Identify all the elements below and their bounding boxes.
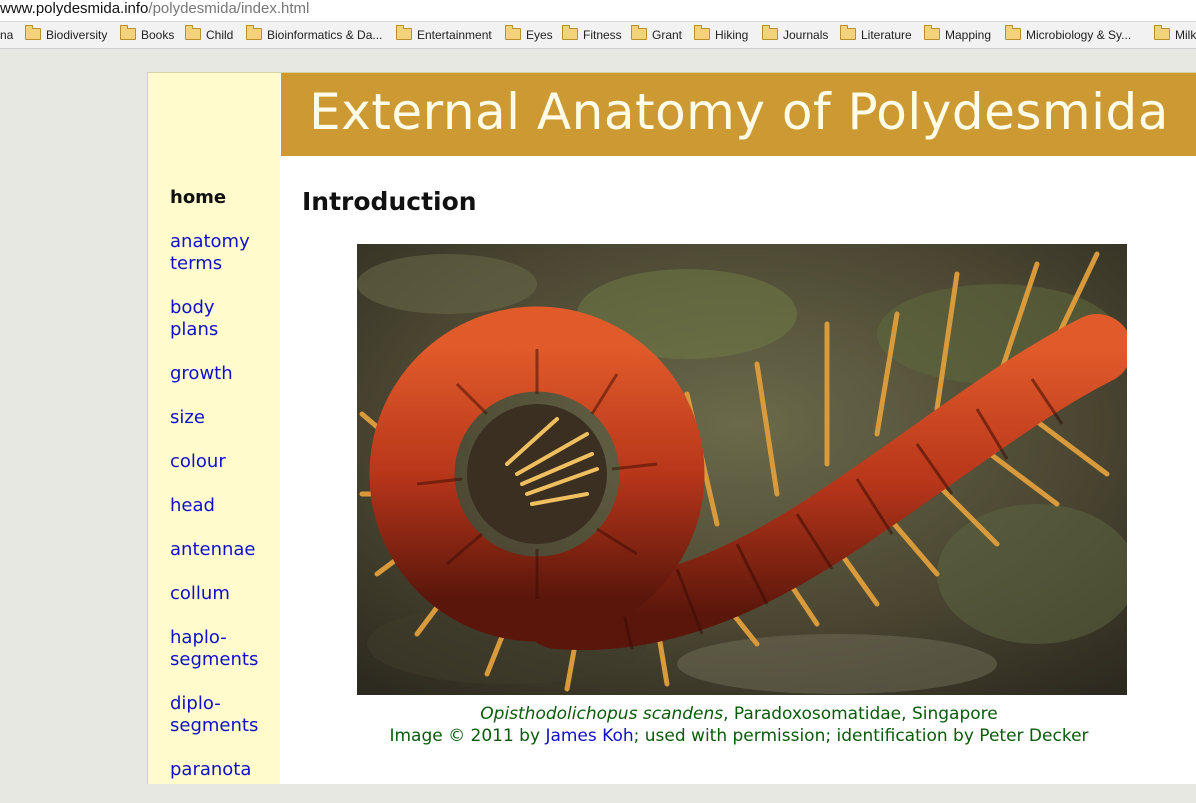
nav-size[interactable]: size bbox=[170, 407, 280, 429]
credit-suffix: ; used with permission; identification b… bbox=[633, 726, 1089, 746]
caption-line-1: Opisthodolichopus scandens, Paradoxosoma… bbox=[281, 703, 1196, 725]
bookmark-child[interactable]: Child bbox=[185, 25, 233, 43]
folder-icon bbox=[505, 25, 521, 40]
bookmark-biodiversity[interactable]: Biodiversity bbox=[25, 25, 107, 43]
nav-antennae[interactable]: antennae bbox=[170, 539, 280, 561]
bookmark-grant[interactable]: Grant bbox=[631, 25, 682, 43]
folder-icon bbox=[185, 25, 201, 40]
banner-title: External Anatomy of Polydesmida bbox=[309, 83, 1169, 141]
bookmark-eyes[interactable]: Eyes bbox=[505, 25, 553, 43]
nav-collum[interactable]: collum bbox=[170, 583, 280, 605]
caption-details: , Paradoxosomatidae, Singapore bbox=[723, 704, 998, 724]
bookmarks-bar: na Biodiversity Books Child Bioinformati… bbox=[0, 22, 1196, 49]
nav-paranota[interactable]: paranota bbox=[170, 759, 280, 781]
folder-icon bbox=[25, 25, 41, 40]
nav-diplo-segments[interactable]: diplo-segments bbox=[170, 693, 280, 737]
bookmark-microbiology[interactable]: Microbiology & Sy... bbox=[1005, 25, 1131, 43]
nav-home[interactable]: home bbox=[170, 187, 280, 209]
web-page: home anatomy terms body plans growth size … bbox=[147, 72, 1196, 784]
photo-caption: Opisthodolichopus scandens, Paradoxosoma… bbox=[281, 703, 1196, 747]
bookmark-literature[interactable]: Literature bbox=[840, 25, 912, 43]
bookmark-fitness[interactable]: Fitness bbox=[562, 25, 622, 43]
nav-colour[interactable]: colour bbox=[170, 451, 280, 473]
photographer-link[interactable]: James Koh bbox=[545, 726, 633, 746]
bookmark-na[interactable]: na bbox=[0, 27, 13, 43]
bookmark-entertainment[interactable]: Entertainment bbox=[396, 25, 492, 43]
bookmark-bioinformatics[interactable]: Bioinformatics & Da... bbox=[246, 25, 382, 43]
url-host: www.polydesmida.info bbox=[0, 0, 149, 17]
species-name: Opisthodolichopus scandens bbox=[480, 704, 724, 724]
sidebar-nav: home anatomy terms body plans growth size … bbox=[170, 187, 280, 803]
credit-prefix: Image © 2011 by bbox=[389, 726, 546, 746]
folder-icon bbox=[1154, 25, 1170, 40]
folder-icon bbox=[762, 25, 778, 40]
folder-icon bbox=[562, 25, 578, 40]
folder-icon bbox=[924, 25, 940, 40]
folder-icon bbox=[396, 25, 412, 40]
nav-haplo-segments[interactable]: haplo-segments bbox=[170, 627, 280, 671]
folder-icon bbox=[631, 25, 647, 40]
millipede-photo-illustration bbox=[357, 244, 1127, 695]
folder-icon bbox=[1005, 25, 1021, 40]
bookmark-hiking[interactable]: Hiking bbox=[694, 25, 748, 43]
page-heading: Introduction bbox=[302, 187, 477, 216]
url-path: /polydesmida/index.html bbox=[148, 0, 310, 17]
site-banner: External Anatomy of Polydesmida bbox=[281, 73, 1196, 156]
nav-anatomy-terms[interactable]: anatomy terms bbox=[170, 231, 280, 275]
bookmark-books[interactable]: Books bbox=[120, 25, 174, 43]
nav-body-plans[interactable]: body plans bbox=[170, 297, 280, 341]
folder-icon bbox=[246, 25, 262, 40]
bookmark-mapping[interactable]: Mapping bbox=[924, 25, 991, 43]
nav-growth[interactable]: growth bbox=[170, 363, 280, 385]
millipede-photo bbox=[357, 244, 1127, 695]
bookmark-milk[interactable]: Milk bbox=[1154, 25, 1196, 43]
folder-icon bbox=[120, 25, 136, 40]
caption-line-2: Image © 2011 by James Koh; used with per… bbox=[281, 725, 1196, 747]
folder-icon bbox=[694, 25, 710, 40]
folder-icon bbox=[840, 25, 856, 40]
nav-head[interactable]: head bbox=[170, 495, 280, 517]
bookmark-journals[interactable]: Journals bbox=[762, 25, 828, 43]
sidebar: home anatomy terms body plans growth size … bbox=[148, 73, 280, 784]
address-bar[interactable]: www.polydesmida.info/polydesmida/index.h… bbox=[0, 0, 1196, 22]
